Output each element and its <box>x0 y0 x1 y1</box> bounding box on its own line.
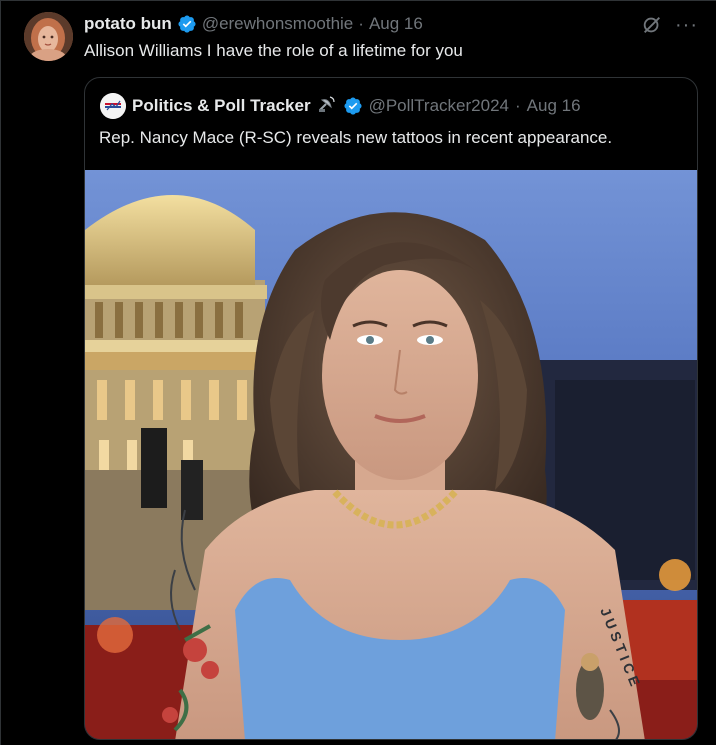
author-handle[interactable]: @erewhonsmoothie <box>202 14 353 34</box>
quoted-tweet-header: Politics & Poll Tracker @PollTracker2024… <box>100 93 581 119</box>
satellite-dish-icon <box>317 94 337 119</box>
quoted-tweet-date[interactable]: Aug 16 <box>527 96 581 116</box>
tweet-photo[interactable]: JUSTICE <box>85 170 697 739</box>
quoted-avatar[interactable] <box>100 93 126 119</box>
quoted-tweet-text: Rep. Nancy Mace (R-SC) reveals new tatto… <box>99 128 613 147</box>
separator: · <box>515 96 521 115</box>
verified-badge-icon <box>177 14 197 34</box>
tweet-text: Allison Williams I have the role of a li… <box>84 41 463 60</box>
divider <box>0 0 716 1</box>
tweet-date[interactable]: Aug 16 <box>369 14 423 34</box>
author-name[interactable]: potato bun <box>84 14 172 34</box>
grok-icon[interactable] <box>641 14 663 36</box>
quoted-author-name[interactable]: Politics & Poll Tracker <box>132 96 311 116</box>
quoted-author-handle[interactable]: @PollTracker2024 <box>369 96 509 116</box>
divider <box>0 0 1 745</box>
tweet-actions: ··· <box>641 14 698 36</box>
separator: · <box>358 14 364 33</box>
tweet-header: potato bun @erewhonsmoothie · Aug 16 <box>84 12 423 36</box>
verified-badge-icon <box>343 96 363 116</box>
avatar[interactable] <box>24 12 73 61</box>
quoted-tweet[interactable]: Politics & Poll Tracker @PollTracker2024… <box>84 77 698 740</box>
tweet-container: potato bun @erewhonsmoothie · Aug 16 ···… <box>0 0 716 745</box>
more-icon[interactable]: ··· <box>675 15 698 35</box>
